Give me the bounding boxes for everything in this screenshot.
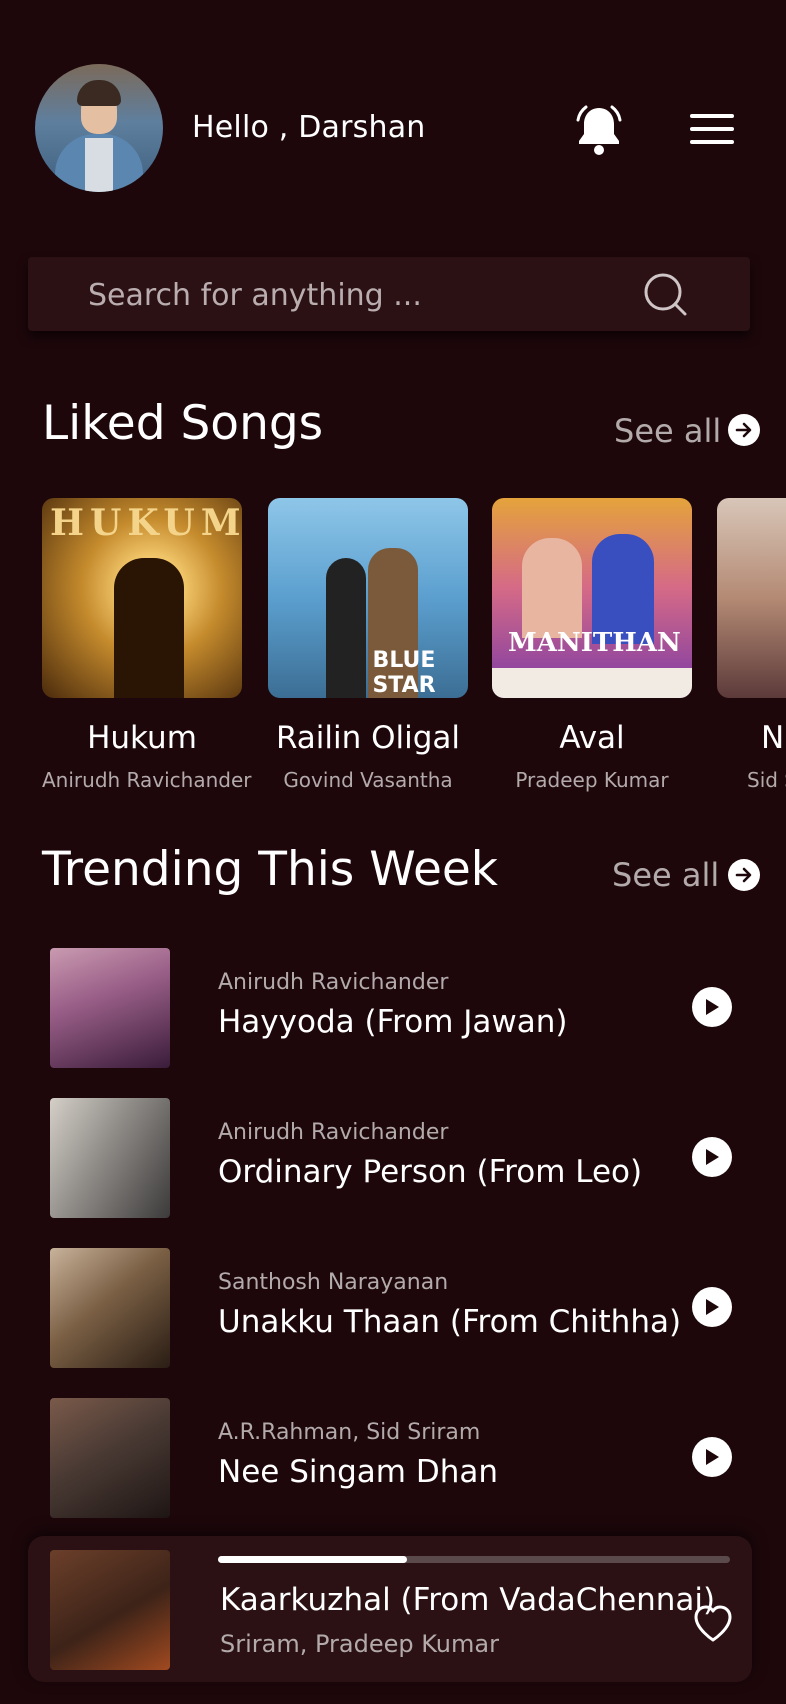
track-artist: Santhosh Narayanan — [218, 1270, 449, 1295]
play-icon[interactable] — [692, 987, 732, 1027]
liked-songs-heading: Liked Songs — [42, 396, 324, 451]
cover-text: BLUE STAR — [372, 648, 436, 698]
track-title: Unakku Thaan (From Chithha) — [218, 1304, 682, 1340]
liked-song-card[interactable]: BLUE STAR Railin Oligal Govind Vasantha — [268, 498, 468, 792]
track-title: Hayyoda (From Jawan) — [218, 1004, 568, 1040]
trending-heading: Trending This Week — [42, 842, 499, 897]
song-artist: Anirudh Ravichander — [42, 768, 252, 792]
search-bar[interactable] — [28, 257, 750, 333]
trending-see-all[interactable]: See all — [612, 856, 719, 894]
track-thumbnail — [50, 1098, 170, 1218]
now-playing-artist: Sriram, Pradeep Kumar — [220, 1630, 499, 1658]
now-playing-title: Kaarkuzhal (From VadaChennai) — [220, 1582, 716, 1618]
album-cover: MANITHAN — [492, 498, 692, 698]
song-title: Railin Oligal — [275, 720, 461, 756]
search-icon[interactable] — [642, 271, 688, 317]
play-icon[interactable] — [692, 1287, 732, 1327]
trending-row[interactable]: Anirudh Ravichander Hayyoda (From Jawan) — [50, 948, 750, 1068]
track-thumbnail — [50, 948, 170, 1068]
liked-song-card[interactable]: MANITHAN Aval Pradeep Kumar — [492, 498, 692, 792]
arrow-right-icon[interactable] — [728, 859, 760, 891]
song-artist: Govind Vasantha — [283, 768, 453, 792]
now-playing-thumbnail — [50, 1550, 170, 1670]
liked-see-all[interactable]: See all — [614, 412, 721, 450]
cover-text: HUKUM — [50, 502, 242, 544]
menu-icon[interactable] — [690, 114, 734, 146]
song-title: N — [761, 720, 785, 756]
play-icon[interactable] — [692, 1437, 732, 1477]
trending-row[interactable]: A.R.Rahman, Sid Sriram Nee Singam Dhan — [50, 1398, 750, 1518]
cover-text: MANITHAN — [508, 628, 681, 658]
track-artist: Anirudh Ravichander — [218, 970, 449, 995]
album-cover — [717, 498, 786, 698]
album-cover: HUKUM — [42, 498, 242, 698]
song-title: Aval — [559, 720, 625, 756]
song-artist: Sid S — [747, 768, 786, 792]
trending-row[interactable]: Anirudh Ravichander Ordinary Person (Fro… — [50, 1098, 750, 1218]
song-title: Hukum — [87, 720, 197, 756]
track-title: Nee Singam Dhan — [218, 1454, 499, 1490]
greeting-text: Hello , Darshan — [192, 110, 426, 145]
search-input[interactable] — [86, 257, 650, 333]
heart-icon[interactable] — [692, 1604, 734, 1644]
liked-song-card[interactable]: N Sid S — [717, 498, 786, 792]
album-cover: BLUE STAR — [268, 498, 468, 698]
avatar[interactable] — [35, 64, 163, 192]
track-thumbnail — [50, 1398, 170, 1518]
bell-icon[interactable] — [576, 104, 622, 156]
progress-fill — [218, 1556, 408, 1563]
playback-progress[interactable] — [218, 1556, 730, 1563]
track-title: Ordinary Person (From Leo) — [218, 1154, 643, 1190]
liked-song-card[interactable]: HUKUM Hukum Anirudh Ravichander — [42, 498, 252, 792]
mini-player[interactable]: Kaarkuzhal (From VadaChennai) Sriram, Pr… — [28, 1536, 752, 1682]
trending-row[interactable]: Santhosh Narayanan Unakku Thaan (From Ch… — [50, 1248, 750, 1368]
track-thumbnail — [50, 1248, 170, 1368]
play-icon[interactable] — [692, 1137, 732, 1177]
track-artist: Anirudh Ravichander — [218, 1120, 449, 1145]
arrow-right-icon[interactable] — [728, 414, 760, 446]
song-artist: Pradeep Kumar — [515, 768, 669, 792]
track-artist: A.R.Rahman, Sid Sriram — [218, 1420, 481, 1445]
